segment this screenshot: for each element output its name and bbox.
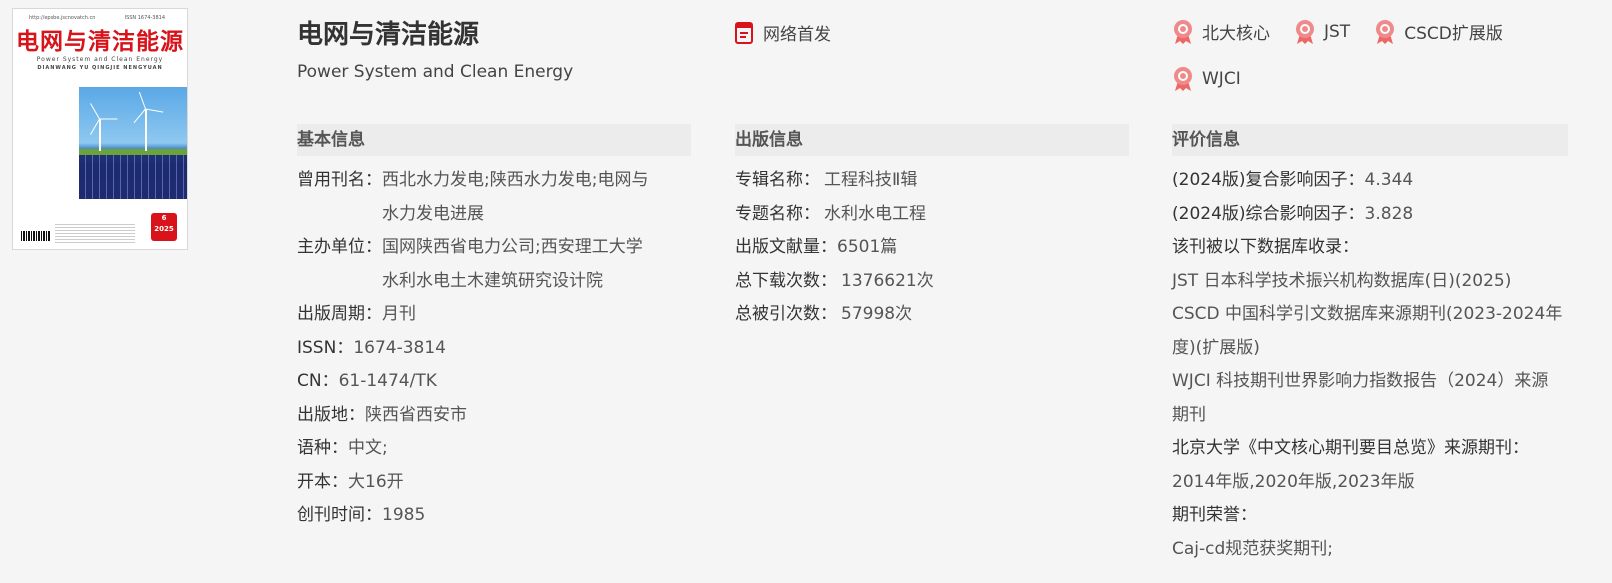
badge-label: 北大核心 bbox=[1202, 24, 1270, 44]
badge-cscd[interactable]: CSCD扩展版 bbox=[1374, 18, 1503, 45]
medal-icon bbox=[1174, 66, 1192, 91]
pku-core-label: 北京大学《中文核心期刊要目总览》来源期刊： bbox=[1172, 438, 1529, 458]
indexed-label: 该刊被以下数据库收录： bbox=[1172, 237, 1359, 257]
cover-issn: ISSN 1674-3814 bbox=[124, 15, 165, 21]
format-row: 开本： 大16开 bbox=[297, 466, 691, 500]
honor-value: Caj-cd规范获奖期刊; bbox=[1172, 538, 1334, 559]
cover-pinyin: DIANWANG YU QINGJIE NENGYUAN bbox=[37, 65, 163, 71]
cover-subtitle: Power System and Clean Energy bbox=[36, 56, 164, 63]
field-label: 主办单位： bbox=[297, 237, 382, 257]
founded-row: 创刊时间： 1985 bbox=[297, 499, 691, 533]
field-label: 总下载次数： bbox=[735, 270, 837, 291]
field-label: 出版周期： bbox=[297, 304, 382, 324]
field-value: 月刊 bbox=[382, 304, 416, 324]
field-label: (2024版)综合影响因子： bbox=[1172, 203, 1365, 224]
indexed-db-item: 期刊 bbox=[1172, 404, 1206, 425]
field-value: 61-1474/TK bbox=[338, 371, 437, 391]
field-label: (2024版)复合影响因子： bbox=[1172, 170, 1365, 190]
field-value: 水利水电土木建筑研究设计院 bbox=[382, 270, 603, 291]
field-value: 3.828 bbox=[1364, 203, 1414, 224]
field-value: 6501篇 bbox=[837, 237, 898, 257]
indexed-db-item: CSCD 中国科学引文数据库来源期刊(2023-2024年 bbox=[1172, 304, 1563, 324]
former-name-row: 曾用刊名： 西北水力发电;陕西水力发电;电网与 水力发电进展 bbox=[297, 164, 691, 231]
cover-fineprint bbox=[55, 223, 135, 243]
badge-jst[interactable]: JST bbox=[1294, 18, 1350, 45]
section-heading: 评价信息 bbox=[1172, 124, 1568, 156]
indexed-db-item: JST 日本科学技术振兴机构数据库(日)(2025) bbox=[1172, 270, 1512, 291]
sponsor-row: 主办单位： 国网陕西省电力公司;西安理工大学 水利水电土木建筑研究设计院 bbox=[297, 231, 691, 298]
field-label: 曾用刊名： bbox=[297, 170, 382, 190]
field-label: 出版文献量： bbox=[735, 237, 837, 257]
badge-label: WJCI bbox=[1202, 68, 1241, 89]
field-value: 1985 bbox=[382, 505, 426, 525]
cover-issue-number: 6 bbox=[161, 214, 167, 222]
issn-row: ISSN： 1674-3814 bbox=[297, 332, 691, 366]
field-label: 语种： bbox=[297, 438, 348, 458]
indexed-db-item: 度)(扩展版) bbox=[1172, 337, 1260, 358]
field-value: 1376621次 bbox=[841, 270, 934, 291]
badge-pku-core[interactable]: 北大核心 bbox=[1172, 18, 1270, 45]
field-value: 国网陕西省电力公司;西安理工大学 bbox=[382, 237, 643, 257]
field-value: 中文; bbox=[348, 438, 388, 458]
field-label: 专题名称： bbox=[735, 203, 820, 224]
topic-row: 专题名称： 水利水电工程 bbox=[735, 198, 1129, 232]
field-label: 创刊时间： bbox=[297, 505, 382, 525]
field-value: 1674-3814 bbox=[353, 337, 446, 358]
field-label: ISSN： bbox=[297, 337, 354, 358]
cover-barcode bbox=[21, 231, 51, 241]
cn-row: CN： 61-1474/TK bbox=[297, 365, 691, 399]
downloads-row: 总下载次数： 1376621次 bbox=[735, 265, 1129, 299]
series-row: 专辑名称： 工程科技Ⅱ辑 bbox=[735, 164, 1129, 198]
indexed-db-item: WJCI 科技期刊世界影响力指数报告（2024）来源 bbox=[1172, 371, 1549, 391]
field-value: 西北水力发电;陕西水力发电;电网与 bbox=[382, 170, 649, 190]
field-value: 4.344 bbox=[1364, 170, 1414, 190]
pku-core-value: 2014年版,2020年版,2023年版 bbox=[1172, 471, 1415, 492]
section-heading: 基本信息 bbox=[297, 124, 691, 156]
language-row: 语种： 中文; bbox=[297, 432, 691, 466]
first-publish-label: 网络首发 bbox=[763, 25, 831, 45]
article-count-row: 出版文献量： 6501篇 bbox=[735, 231, 1129, 265]
publication-info-section: 出版信息 专辑名称： 工程科技Ⅱ辑 专题名称： 水利水电工程 出版文献量： 65… bbox=[735, 124, 1129, 332]
field-value: 陕西省西安市 bbox=[365, 404, 467, 425]
cover-photo bbox=[79, 87, 187, 199]
evaluation-info-section: 评价信息 (2024版)复合影响因子：4.344 (2024版)综合影响因子：3… bbox=[1172, 124, 1568, 566]
field-label: 出版地： bbox=[297, 404, 365, 425]
medal-icon bbox=[1296, 19, 1314, 44]
journal-title: 电网与清洁能源 bbox=[297, 20, 480, 50]
medal-icon bbox=[1376, 19, 1395, 44]
period-row: 出版周期： 月刊 bbox=[297, 298, 691, 332]
cover-issue-year: 2025 bbox=[154, 225, 174, 233]
honor-label: 期刊荣誉： bbox=[1172, 505, 1257, 525]
comprehensive-impact-factor: (2024版)综合影响因子：3.828 bbox=[1172, 198, 1568, 232]
composite-impact-factor: (2024版)复合影响因子：4.344 bbox=[1172, 164, 1568, 198]
badge-label: JST bbox=[1324, 21, 1351, 42]
section-heading: 出版信息 bbox=[735, 124, 1129, 156]
index-badges: 北大核心 JST CSCD扩展版 WJCI bbox=[1172, 18, 1592, 92]
network-first-publish-link[interactable]: 网络首发 bbox=[735, 20, 831, 45]
field-value: 工程科技Ⅱ辑 bbox=[824, 170, 918, 190]
place-row: 出版地： 陕西省西安市 bbox=[297, 399, 691, 433]
cover-title: 电网与清洁能源 bbox=[16, 28, 184, 55]
document-icon bbox=[735, 21, 753, 44]
field-label: 开本： bbox=[297, 471, 348, 492]
field-value: 大16开 bbox=[348, 471, 404, 492]
medal-icon bbox=[1174, 19, 1192, 44]
cover-issue-badge: 6 2025 bbox=[151, 213, 177, 241]
field-label: CN： bbox=[297, 371, 339, 391]
field-label: 总被引次数： bbox=[735, 304, 837, 324]
badge-wjci[interactable]: WJCI bbox=[1172, 65, 1241, 92]
cover-url: http://epsbe.jscnovatch.cn bbox=[29, 15, 96, 21]
citations-row: 总被引次数： 57998次 bbox=[735, 298, 1129, 332]
badge-label: CSCD扩展版 bbox=[1404, 24, 1503, 44]
field-value: 水利水电工程 bbox=[824, 203, 926, 224]
field-label: 专辑名称： bbox=[735, 170, 820, 190]
field-value: 水力发电进展 bbox=[382, 203, 484, 224]
basic-info-section: 基本信息 曾用刊名： 西北水力发电;陕西水力发电;电网与 水力发电进展 主办单位… bbox=[297, 124, 691, 533]
field-value: 57998次 bbox=[841, 304, 913, 324]
journal-cover-image[interactable]: http://epsbe.jscnovatch.cn ISSN 1674-381… bbox=[12, 8, 188, 250]
journal-subtitle-en: Power System and Clean Energy bbox=[297, 62, 574, 82]
